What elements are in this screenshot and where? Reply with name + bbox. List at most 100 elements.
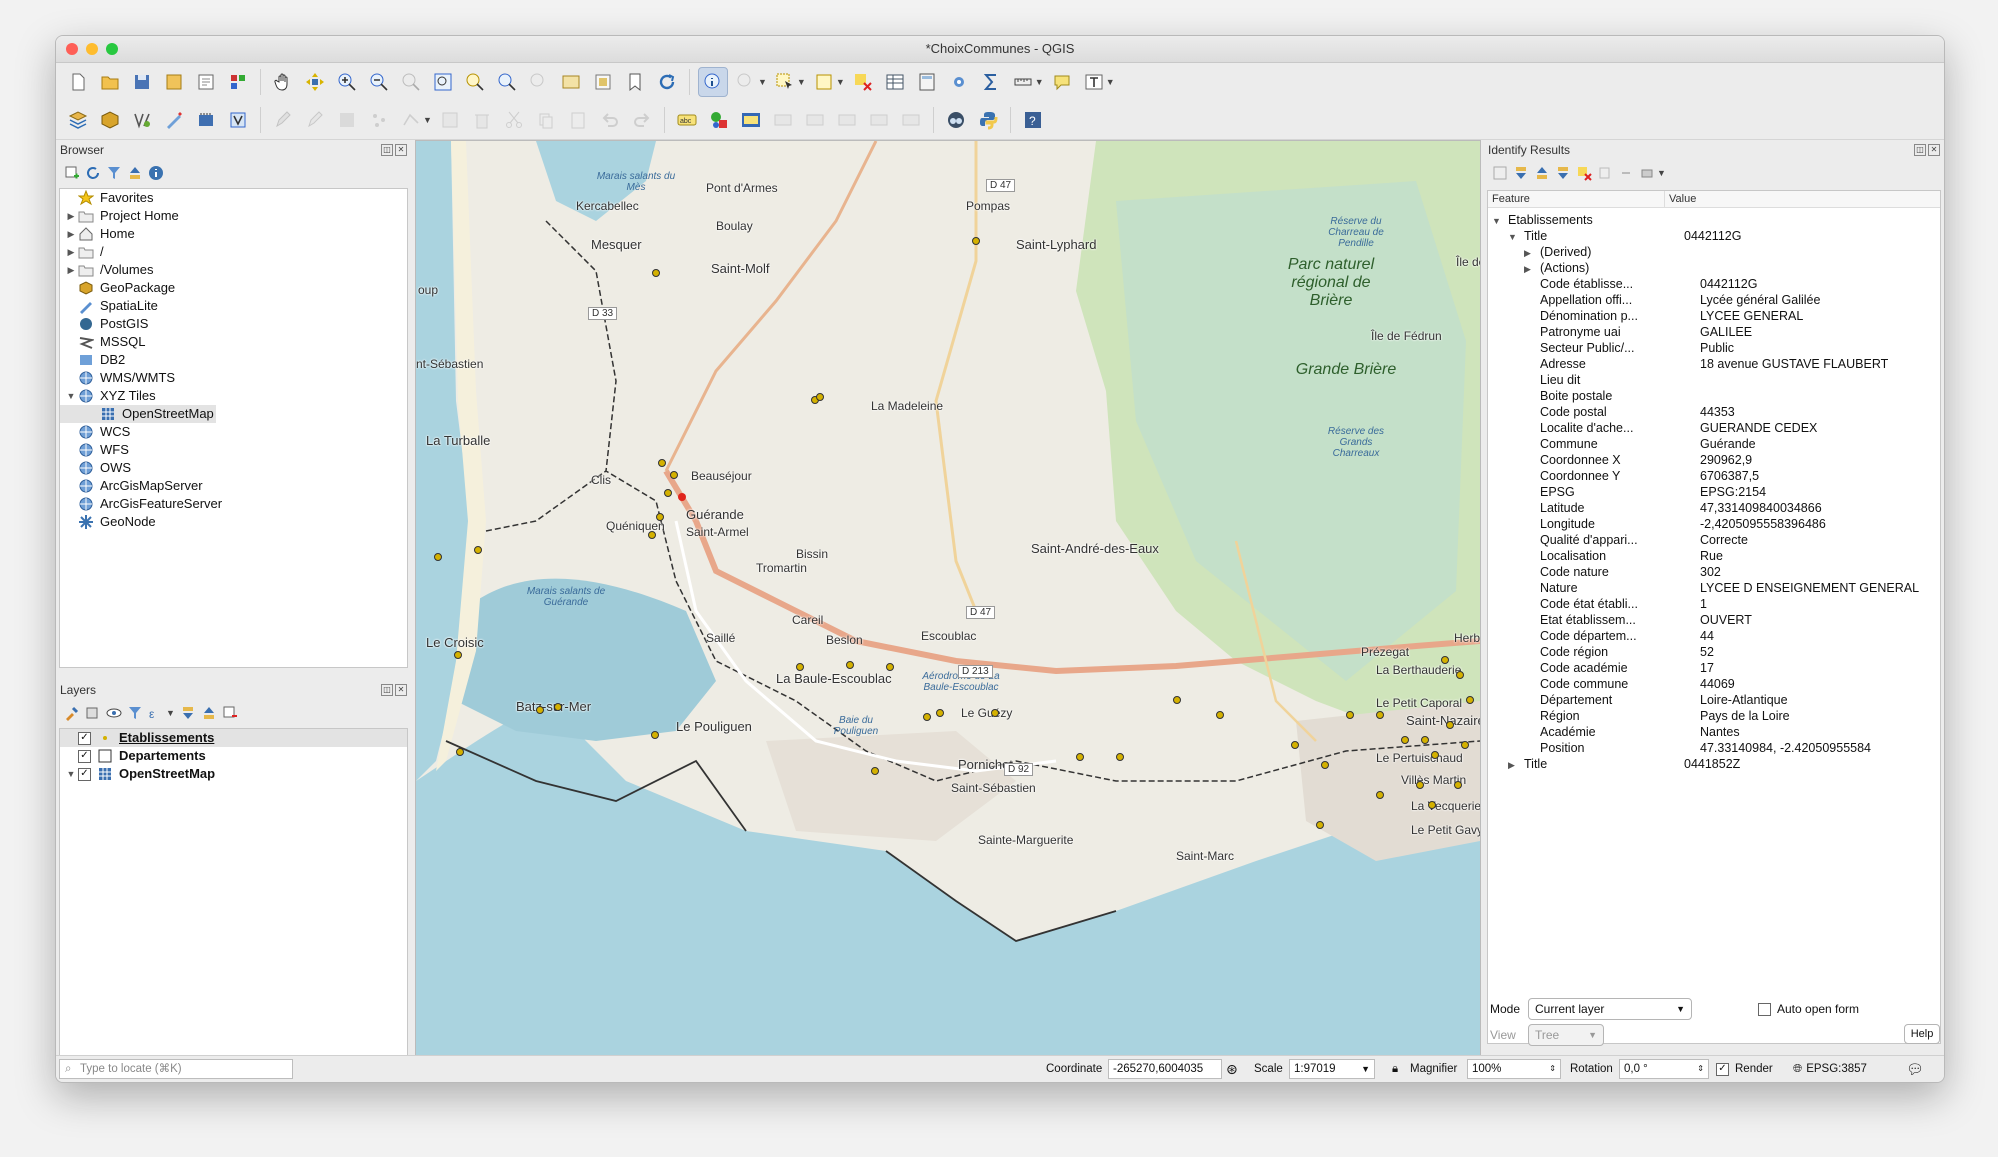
layer-item-openstreetmap[interactable]: ▼ ✓ OpenStreetMap xyxy=(60,765,407,783)
select-by-value-button[interactable] xyxy=(810,68,838,96)
help-button[interactable]: Help xyxy=(1904,1024,1940,1044)
style-manager-button[interactable] xyxy=(224,68,252,96)
collapse-tree-icon[interactable] xyxy=(1534,165,1550,181)
link-icon[interactable] xyxy=(1618,165,1634,181)
establishment-point[interactable] xyxy=(1431,751,1439,759)
identify-row[interactable]: ▶ Title 0441852Z xyxy=(1488,756,1940,772)
browser-item-wms-wmts[interactable]: WMS/WMTS xyxy=(60,369,407,387)
float-panel-button[interactable]: ◫ xyxy=(1914,144,1926,156)
establishment-point[interactable] xyxy=(1316,821,1324,829)
establishment-point[interactable] xyxy=(658,459,666,467)
help-contents-button[interactable]: ? xyxy=(1019,106,1047,134)
coordinate-field[interactable]: -265270,6004035 xyxy=(1108,1059,1222,1079)
add-feature-button[interactable] xyxy=(365,106,393,134)
layer-visibility-checkbox[interactable]: ✓ xyxy=(78,767,91,781)
identify-row[interactable]: ▶ (Actions) xyxy=(1488,260,1940,276)
add-raster-button[interactable] xyxy=(160,106,188,134)
cut-features-button[interactable] xyxy=(500,106,528,134)
magnifier-field[interactable]: 100% ⇕ xyxy=(1467,1059,1561,1079)
identify-row[interactable]: Code commune 44069 xyxy=(1488,676,1940,692)
establishment-point[interactable] xyxy=(871,767,879,775)
establishment-point[interactable] xyxy=(1376,711,1384,719)
expand-arrow-icon[interactable]: ▼ xyxy=(64,765,78,783)
identify-row[interactable]: Code départem... 44 xyxy=(1488,628,1940,644)
identify-row[interactable]: Longitude -2,4205095558396486 xyxy=(1488,516,1940,532)
view-select[interactable]: Tree ▼ xyxy=(1528,1024,1604,1046)
open-project-button[interactable] xyxy=(96,68,124,96)
identify-row[interactable]: Latitude 47,331409840034866 xyxy=(1488,500,1940,516)
delete-selected-button[interactable] xyxy=(468,106,496,134)
zoom-to-layer-button[interactable] xyxy=(493,68,521,96)
expand-arrow-icon[interactable]: ▼ xyxy=(1508,229,1524,244)
data-source-manager-button[interactable] xyxy=(64,106,92,134)
browser-item-volumes[interactable]: ▶ /Volumes xyxy=(60,261,407,279)
establishment-point[interactable] xyxy=(1321,761,1329,769)
redo-button[interactable] xyxy=(628,106,656,134)
browser-item-home[interactable]: ▶ Home xyxy=(60,225,407,243)
establishment-point[interactable] xyxy=(1428,801,1436,809)
filter-icon[interactable] xyxy=(106,165,122,181)
establishment-point[interactable] xyxy=(1401,736,1409,744)
processing-toolbox-button[interactable] xyxy=(945,68,973,96)
identify-row[interactable]: Département Loire-Atlantique xyxy=(1488,692,1940,708)
establishment-point[interactable] xyxy=(648,531,656,539)
expand-tree-icon[interactable] xyxy=(1513,165,1529,181)
browser-item-db2[interactable]: DB2 xyxy=(60,351,407,369)
add-selected-layers-icon[interactable] xyxy=(64,165,80,181)
zoom-to-selection-button[interactable] xyxy=(461,68,489,96)
add-database-button[interactable] xyxy=(192,106,220,134)
label-toolbar-button[interactable]: abc xyxy=(673,106,701,134)
identify-row[interactable]: Localisation Rue xyxy=(1488,548,1940,564)
pin-labels-button[interactable] xyxy=(769,106,797,134)
run-action-button[interactable] xyxy=(732,68,760,96)
identify-row[interactable]: Nature LYCEE D ENSEIGNEMENT GENERAL xyxy=(1488,580,1940,596)
close-window-button[interactable] xyxy=(66,43,78,55)
identify-row[interactable]: ▶ (Derived) xyxy=(1488,244,1940,260)
pan-to-selection-button[interactable] xyxy=(301,68,329,96)
save-project-button[interactable] xyxy=(128,68,156,96)
browser-item-[interactable]: ▶ / xyxy=(60,243,407,261)
rotation-field[interactable]: 0,0 ° ⇕ xyxy=(1619,1059,1709,1079)
establishment-point[interactable] xyxy=(652,269,660,277)
establishment-point[interactable] xyxy=(474,546,482,554)
browser-item-arcgismapserver[interactable]: ArcGisMapServer xyxy=(60,477,407,495)
save-edits-button[interactable] xyxy=(333,106,361,134)
current-edits-button[interactable] xyxy=(269,106,297,134)
identify-row[interactable]: EPSG EPSG:2154 xyxy=(1488,484,1940,500)
map-tips-button[interactable] xyxy=(1048,68,1076,96)
render-checkbox[interactable]: ✓ Render xyxy=(1716,1060,1773,1078)
establishment-point[interactable] xyxy=(454,651,462,659)
vertex-tool-button[interactable] xyxy=(397,106,425,134)
map-canvas[interactable]: Marais salants du Mès Pont d'Armes Kercabe… xyxy=(415,140,1481,1057)
identify-row[interactable]: Code académie 17 xyxy=(1488,660,1940,676)
filter-legend-icon[interactable] xyxy=(127,705,143,721)
messages-icon[interactable]: 💬︎ xyxy=(1906,1060,1924,1078)
modify-attributes-button[interactable] xyxy=(436,106,464,134)
zoom-last-button[interactable] xyxy=(525,68,553,96)
refresh-button[interactable] xyxy=(653,68,681,96)
establishment-point[interactable] xyxy=(1076,753,1084,761)
close-panel-button[interactable]: ✕ xyxy=(395,144,407,156)
layer-item-departements[interactable]: ✓ Departements xyxy=(60,747,407,765)
identify-row[interactable]: Adresse 18 avenue GUSTAVE FLAUBERT xyxy=(1488,356,1940,372)
text-annotation-button[interactable] xyxy=(1080,68,1108,96)
establishment-point[interactable] xyxy=(1116,753,1124,761)
identify-row[interactable]: Lieu dit xyxy=(1488,372,1940,388)
expand-arrow-icon[interactable]: ▶ xyxy=(1524,245,1540,260)
expand-arrow-icon[interactable]: ▼ xyxy=(64,387,78,405)
browser-item-ows[interactable]: OWS xyxy=(60,459,407,477)
open-form-icon[interactable] xyxy=(1492,165,1508,181)
identify-row[interactable]: Code postal 44353 xyxy=(1488,404,1940,420)
browser-item-project-home[interactable]: ▶ Project Home xyxy=(60,207,407,225)
identify-row[interactable]: ▼ Etablissements xyxy=(1488,212,1940,228)
collapse-all-icon[interactable] xyxy=(201,705,217,721)
measure-button[interactable] xyxy=(1009,68,1037,96)
expand-arrow-icon[interactable]: ▶ xyxy=(64,225,78,243)
change-label-button[interactable] xyxy=(897,106,925,134)
show-hide-labels-button[interactable] xyxy=(801,106,829,134)
establishment-point[interactable] xyxy=(536,706,544,714)
identify-row[interactable]: Boite postale xyxy=(1488,388,1940,404)
add-vector-button[interactable] xyxy=(128,106,156,134)
close-panel-button[interactable]: ✕ xyxy=(395,684,407,696)
eye-icon[interactable] xyxy=(106,705,122,721)
